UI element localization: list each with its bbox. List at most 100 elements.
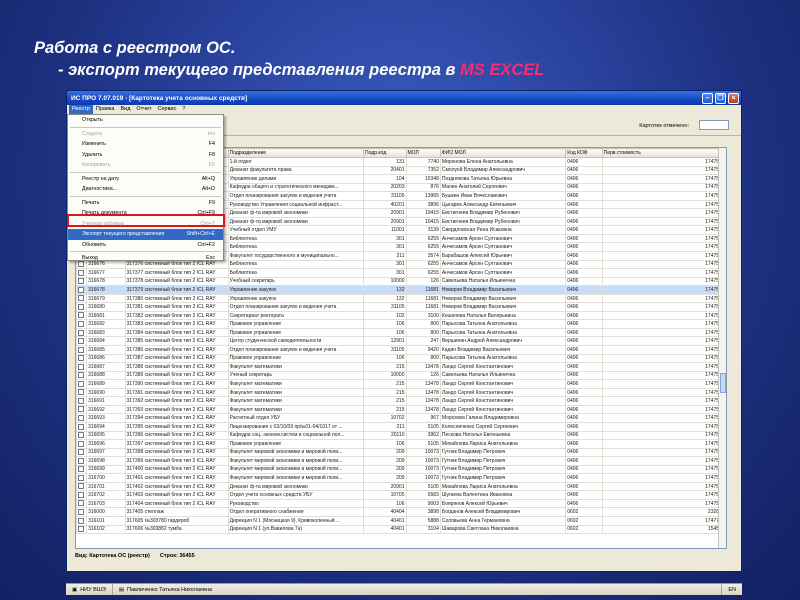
table-row[interactable]: 316684 317385 системный блок тип 2 ICL RA…	[76, 336, 726, 347]
menu-help[interactable]: ?	[179, 105, 188, 114]
minimize-button[interactable]: –	[702, 92, 713, 104]
row-checkbox-cell[interactable]	[76, 362, 88, 372]
row-checkbox-cell[interactable]	[76, 447, 88, 458]
table-row[interactable]: 316691 317392 системный блок тип 2 ICL RA…	[76, 396, 726, 406]
menu-view[interactable]: Вид	[117, 105, 133, 114]
row-checkbox-cell[interactable]	[76, 336, 88, 347]
menu-item-0[interactable]: Открыть	[68, 115, 223, 126]
table-row[interactable]: 316703 317404 системный блок тип 2 ICL RA…	[76, 498, 726, 509]
column-header-8[interactable]: Перв.стоимость	[601, 148, 726, 158]
table-row[interactable]: 316700 317401 системный блок тип 2 ICL RA…	[76, 473, 726, 483]
row-checkbox[interactable]	[78, 491, 84, 498]
table-row[interactable]: 316687 317388 системный блок тип 2 ICL RA…	[76, 362, 726, 372]
table-row[interactable]: 316681 317382 системный блок тип 2 ICL RA…	[76, 310, 726, 321]
menu-item-2[interactable]: Изменить F4	[68, 139, 223, 150]
row-checkbox-cell[interactable]	[76, 481, 88, 492]
row-checkbox[interactable]	[78, 286, 84, 293]
table-row[interactable]: 316692 317393 системный блок тип 2 ICL RA…	[76, 404, 726, 415]
table-row[interactable]: 316678 317378 системный блок тип 2 ICL RA…	[76, 276, 726, 287]
row-checkbox-cell[interactable]	[76, 439, 88, 449]
row-checkbox[interactable]	[78, 329, 84, 336]
table-row[interactable]: 316693 317394 системный блок тип 2 ICL RA…	[76, 413, 726, 423]
row-checkbox-cell[interactable]	[76, 276, 88, 287]
row-checkbox[interactable]	[78, 500, 84, 507]
menu-item-8[interactable]: Печать документа Ctrl+F9	[68, 208, 223, 219]
row-checkbox-cell[interactable]	[76, 327, 88, 338]
menu-service[interactable]: Сервис	[154, 105, 179, 114]
table-row[interactable]: 316000 317405 стеллаж Отдел оперативного с…	[76, 507, 726, 517]
menu-edit[interactable]: Правка	[93, 105, 118, 114]
row-checkbox-cell[interactable]	[76, 396, 88, 406]
menu-item-3[interactable]: Удалить F8	[68, 150, 223, 161]
row-checkbox[interactable]	[78, 321, 84, 327]
table-row[interactable]: 316697 317398 системный блок тип 2 ICL RA…	[76, 447, 726, 458]
table-row[interactable]: 316690 317391 системный блок тип 2 ICL RA…	[76, 387, 726, 398]
row-checkbox[interactable]	[78, 509, 84, 516]
taskbar-lang[interactable]: EN	[722, 584, 742, 595]
table-row[interactable]: 316101 317605 №303780 гардероб Дирекция N …	[76, 515, 726, 526]
row-checkbox[interactable]	[78, 295, 84, 302]
row-checkbox-cell[interactable]	[76, 473, 88, 483]
row-checkbox[interactable]	[78, 312, 84, 319]
table-row[interactable]: 316689 317390 системный блок тип 2 ICL RA…	[76, 379, 726, 389]
close-button[interactable]: ×	[728, 92, 739, 104]
row-checkbox[interactable]	[78, 440, 84, 447]
row-checkbox[interactable]	[78, 278, 84, 285]
row-checkbox[interactable]	[78, 406, 84, 413]
row-checkbox-cell[interactable]	[76, 302, 88, 312]
menu-item-5[interactable]: Реестр на дату Alt+Q	[68, 174, 223, 185]
row-checkbox[interactable]	[78, 397, 84, 404]
row-checkbox-cell[interactable]	[76, 498, 88, 509]
row-checkbox[interactable]	[78, 355, 84, 362]
restore-button[interactable]: ❐	[715, 92, 726, 104]
row-checkbox-cell[interactable]	[76, 507, 88, 517]
row-checkbox-cell[interactable]	[76, 490, 88, 500]
row-checkbox[interactable]	[78, 517, 84, 524]
row-checkbox-cell[interactable]	[76, 268, 88, 278]
menu-registry[interactable]: Реестр	[69, 105, 93, 114]
table-row[interactable]: 316686 317387 системный блок тип 2 ICL RA…	[76, 353, 726, 364]
table-row[interactable]: 316678 317379 системный блок тип 2 ICL RA…	[76, 285, 726, 295]
row-checkbox[interactable]	[78, 415, 84, 422]
row-checkbox-cell[interactable]	[76, 293, 88, 304]
row-checkbox-cell[interactable]	[76, 430, 88, 441]
table-row[interactable]: 316701 317402 системный блок тип 2 ICL RA…	[76, 481, 726, 492]
row-checkbox[interactable]	[78, 346, 84, 353]
row-checkbox-cell[interactable]	[76, 353, 88, 364]
row-checkbox[interactable]	[78, 457, 84, 464]
column-header-6[interactable]: ФИО МОЛ	[439, 148, 567, 158]
row-checkbox[interactable]	[78, 449, 84, 456]
table-row[interactable]: 316680 317381 системный блок тип 2 ICL RA…	[76, 302, 726, 312]
column-header-5[interactable]: МОЛ	[405, 148, 441, 158]
row-checkbox[interactable]	[78, 466, 84, 473]
table-row[interactable]: 316702 317403 системный блок тип 2 ICL RA…	[76, 490, 726, 500]
row-checkbox-cell[interactable]	[76, 524, 88, 535]
row-checkbox-cell[interactable]	[76, 456, 88, 466]
row-checkbox-cell[interactable]	[76, 319, 88, 329]
row-checkbox[interactable]	[78, 526, 84, 533]
row-checkbox-cell[interactable]	[76, 515, 88, 526]
row-checkbox-cell[interactable]	[76, 421, 88, 432]
row-checkbox-cell[interactable]	[76, 370, 88, 381]
scrollbar-thumb[interactable]	[720, 373, 726, 393]
row-checkbox-cell[interactable]	[76, 379, 88, 389]
row-checkbox[interactable]	[78, 483, 84, 490]
menu-item-10[interactable]: Экспорт текущего представления Shift+Ctrl…	[68, 229, 223, 240]
row-checkbox[interactable]	[78, 423, 84, 430]
row-checkbox-cell[interactable]	[76, 345, 88, 355]
row-checkbox-cell[interactable]	[76, 404, 88, 415]
table-row[interactable]: 316679 317380 системный блок тип 2 ICL RA…	[76, 293, 726, 304]
table-row[interactable]: 316695 317396 системный блок тип 2 ICL RA…	[76, 430, 726, 441]
row-checkbox[interactable]	[78, 269, 84, 276]
table-row[interactable]: 316688 317389 системный блок тип 2 ICL RA…	[76, 370, 726, 381]
row-checkbox-cell[interactable]	[76, 464, 88, 475]
menu-item-7[interactable]: Печать F9	[68, 198, 223, 209]
table-row[interactable]: 316102 317606 №303882 тумба Дирекция N 1 (…	[76, 524, 726, 535]
row-checkbox[interactable]	[78, 380, 84, 387]
menu-item-12[interactable]: Выход Esc	[68, 253, 223, 264]
row-checkbox-cell[interactable]	[76, 387, 88, 398]
table-row[interactable]: 316683 317384 системный блок тип 2 ICL RA…	[76, 327, 726, 338]
column-header-7[interactable]: Код КОФ	[565, 148, 603, 158]
table-row[interactable]: 316685 317386 системный блок тип 2 ICL RA…	[76, 345, 726, 355]
row-checkbox[interactable]	[78, 432, 84, 439]
